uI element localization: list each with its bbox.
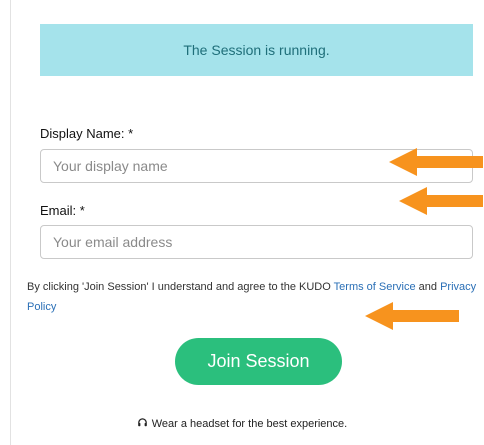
join-session-button[interactable]: Join Session [175, 338, 342, 385]
email-input[interactable] [40, 225, 473, 259]
terms-prefix: By clicking 'Join Session' I understand … [27, 281, 334, 293]
arrow-left-icon [365, 302, 459, 330]
session-status-text: The Session is running. [183, 42, 330, 58]
left-divider [10, 0, 11, 445]
join-session-page: The Session is running. Display Name: * … [0, 0, 484, 445]
arrow-left-icon [399, 187, 483, 215]
headset-hint: Wear a headset for the best experience. [0, 417, 484, 431]
headset-icon [137, 417, 148, 431]
terms-of-service-link[interactable]: Terms of Service [334, 281, 416, 293]
headset-hint-text: Wear a headset for the best experience. [151, 418, 348, 430]
session-status-banner: The Session is running. [40, 24, 473, 76]
arrow-left-icon [389, 148, 483, 176]
email-label: Email: * [40, 203, 85, 218]
display-name-label: Display Name: * [40, 126, 134, 141]
terms-middle: and [415, 281, 441, 293]
